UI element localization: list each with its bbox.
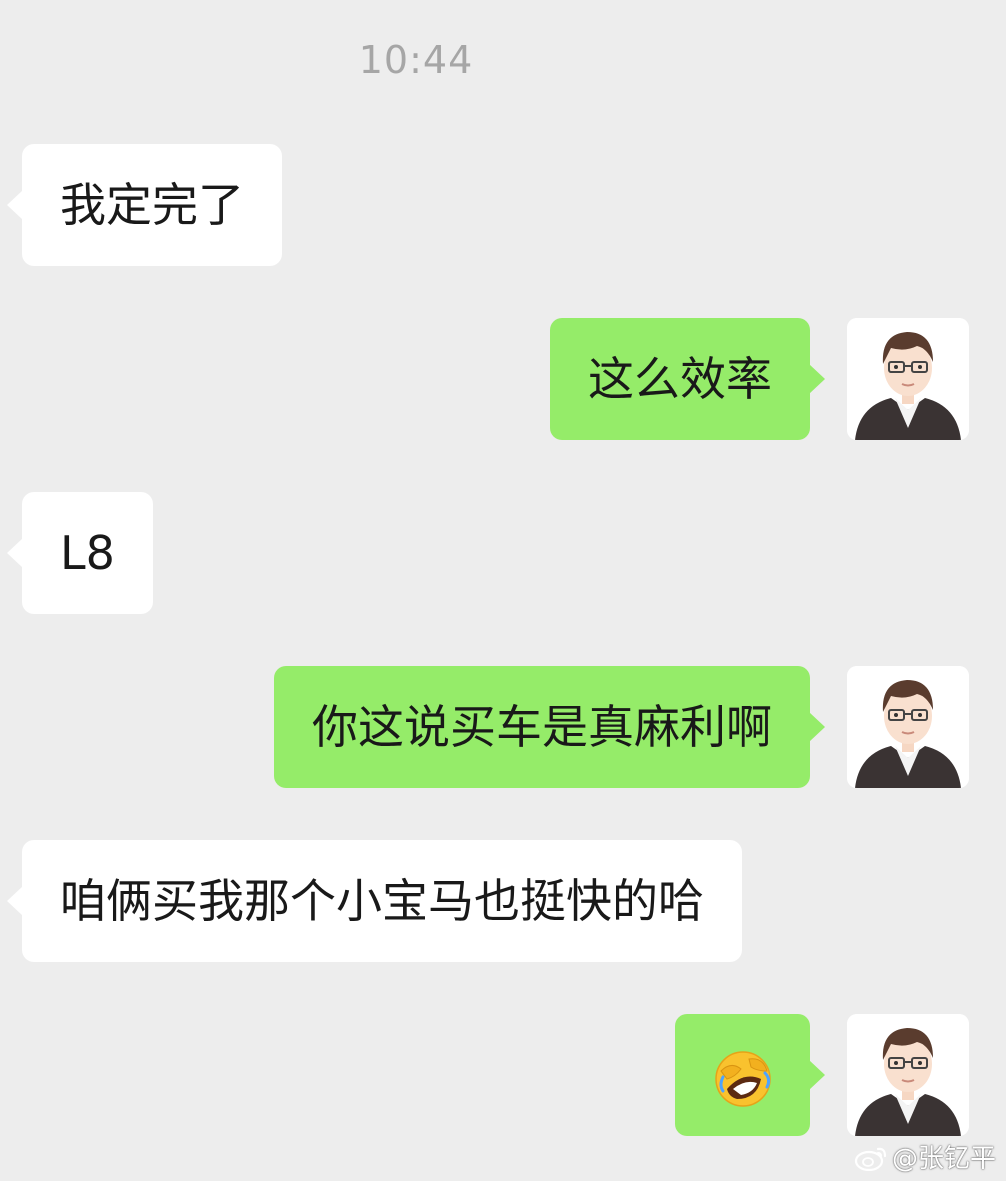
cartoon-man-avatar-icon (847, 666, 969, 788)
message-bubble-incoming[interactable]: L8 (7, 492, 153, 614)
chat-screen: 10:44 我定完了 这么效率 L8 你这说买车是真麻利啊 咱俩买我那个小宝马也… (0, 0, 1006, 1181)
watermark-text: @张钇平 (891, 1144, 996, 1174)
message-bubble-incoming[interactable]: 咱俩买我那个小宝马也挺快的哈 (7, 840, 742, 962)
cartoon-man-avatar-icon (847, 318, 969, 440)
rolling-on-floor-laughing-emoji-icon (714, 1050, 771, 1107)
chat-timestamp: 10:44 (358, 38, 474, 82)
message-bubble-outgoing-emoji[interactable] (675, 1014, 825, 1136)
user-avatar[interactable] (847, 1014, 969, 1136)
cartoon-man-avatar-icon (847, 1014, 969, 1136)
weibo-logo-icon (854, 1147, 887, 1171)
weibo-watermark: @张钇平 (854, 1138, 996, 1175)
message-bubble-outgoing[interactable]: 你这说买车是真麻利啊 (274, 666, 825, 788)
message-bubble-outgoing[interactable]: 这么效率 (550, 318, 825, 440)
user-avatar[interactable] (847, 318, 969, 440)
user-avatar[interactable] (847, 666, 969, 788)
message-bubble-incoming[interactable]: 我定完了 (7, 144, 282, 266)
